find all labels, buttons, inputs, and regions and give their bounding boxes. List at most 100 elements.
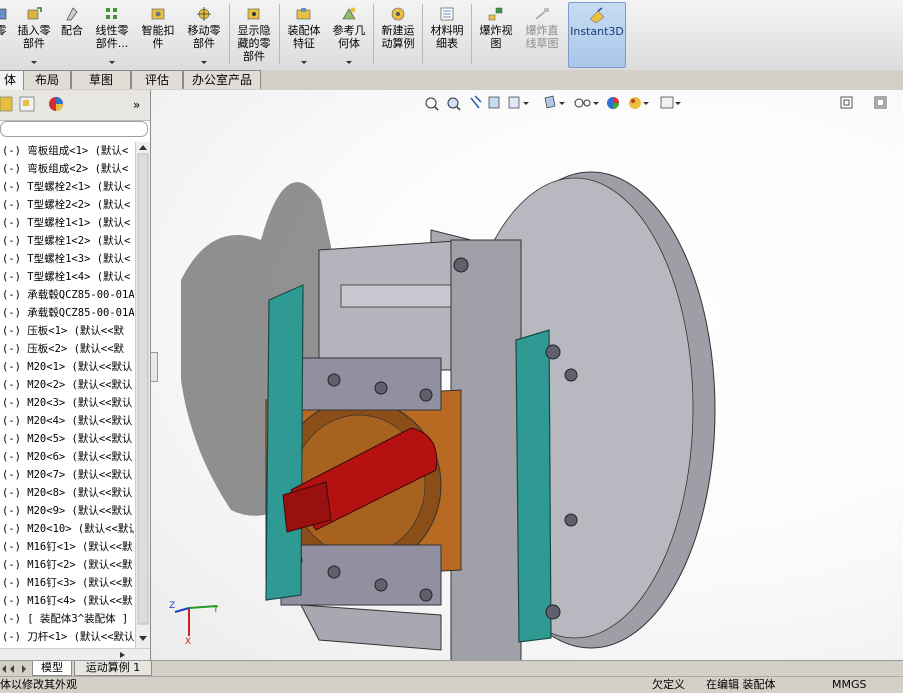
chevron-down-icon[interactable] xyxy=(301,61,307,64)
scrollbar-graphics xyxy=(137,145,149,641)
scroll-thumb[interactable] xyxy=(137,153,149,625)
tree-item[interactable]: (-) T型螺栓1<3> (默认< xyxy=(0,250,134,268)
status-editing: 在编辑 装配体 xyxy=(706,678,776,691)
new-motion-study-icon xyxy=(389,6,407,22)
new-motion-study-button[interactable]: 新建运 动算例 xyxy=(376,2,420,66)
tab-first-icon[interactable] xyxy=(2,665,6,673)
show-hidden-components-button[interactable]: 显示隐 藏的零 部件 xyxy=(232,2,276,66)
instant3d-button[interactable]: Instant3D xyxy=(568,2,626,68)
z-axis-icon xyxy=(174,607,190,613)
bolt xyxy=(327,373,341,387)
tree-item[interactable]: (-) M20<6> (默认<<默认 xyxy=(0,448,134,466)
bolt xyxy=(545,604,561,620)
tab-office-products[interactable]: 办公室产品 xyxy=(183,70,261,89)
status-units[interactable]: MMGS xyxy=(832,677,867,693)
tree-item[interactable]: (-) T型螺栓2<1> (默认< xyxy=(0,178,134,196)
insert-component-button[interactable]: 插入零 部件 xyxy=(12,2,56,66)
tree-filter-input[interactable] xyxy=(0,121,148,137)
move-component-button[interactable]: 移动零 部件 xyxy=(182,2,226,66)
exploded-view-icon xyxy=(487,6,505,22)
mate-icon xyxy=(63,6,81,22)
exploded-view-button[interactable]: 爆炸视 图 xyxy=(474,2,518,66)
graphics-area[interactable]: Y X Z xyxy=(151,90,903,660)
scroll-up-icon[interactable] xyxy=(139,145,147,150)
tab-model[interactable]: 模型 xyxy=(32,661,72,676)
tree-item[interactable]: (-) M16钉<2> (默认<<默 xyxy=(0,556,134,574)
linear-pattern-button[interactable]: 线性零 部件... xyxy=(90,2,134,66)
base-feet xyxy=(300,604,442,651)
tab-motion-study-1[interactable]: 运动算例 1 xyxy=(74,661,152,676)
chevron-down-icon[interactable] xyxy=(109,61,115,64)
tree-item[interactable]: (-) 刀杆<1> (默认<<默认 xyxy=(0,628,134,646)
tree-item[interactable]: (-) 弯板组成<1> (默认< xyxy=(0,142,134,160)
bolt xyxy=(374,381,388,395)
tab-layout[interactable]: 布局 xyxy=(23,70,71,89)
tab-evaluate[interactable]: 评估 xyxy=(131,70,183,89)
tab-nav-arrows xyxy=(2,665,26,673)
tree-item[interactable]: (-) T型螺栓1<2> (默认< xyxy=(0,232,134,250)
tree-item[interactable]: (-) 弯板组成<2> (默认< xyxy=(0,160,134,178)
tree-item[interactable]: (-) M20<1> (默认<<默认 xyxy=(0,358,134,376)
status-definition: 欠定义 xyxy=(652,678,685,691)
ribbon-separator xyxy=(279,4,280,64)
tree-item[interactable]: (-) M20<7> (默认<<默认 xyxy=(0,466,134,484)
assembly-model[interactable] xyxy=(151,90,903,660)
tree-item[interactable]: (-) 压板<2> (默认<<默 xyxy=(0,340,134,358)
insert-component-icon xyxy=(25,6,43,22)
teal-clamp-plate-left[interactable] xyxy=(265,284,304,601)
tab-prev-icon[interactable] xyxy=(10,665,14,673)
scroll-down-icon[interactable] xyxy=(139,636,147,641)
bill-of-materials-icon xyxy=(438,6,456,22)
chevron-down-icon[interactable] xyxy=(201,61,207,64)
tree-item[interactable]: (-) M20<10> (默认<<默认 xyxy=(0,520,134,538)
tree-item[interactable]: (-) 承载毂QCZ85-00-01A xyxy=(0,304,134,322)
smart-fastener-button[interactable]: 智能扣 件 xyxy=(138,2,178,66)
tree-item[interactable]: (-) 压板<1> (默认<<默 xyxy=(0,322,134,340)
bill-of-materials-button[interactable]: 材料明 细表 xyxy=(425,2,469,66)
linear-pattern-icon xyxy=(103,6,121,22)
tree-item[interactable]: (-) M20<8> (默认<<默认 xyxy=(0,484,134,502)
ribbon-separator xyxy=(373,4,374,64)
feature-tree: (-) 弯板组成<1> (默认< (-) 弯板组成<2> (默认< (-) T型螺栓… xyxy=(0,142,134,648)
tree-item[interactable]: (-) M20<9> (默认<<默认 xyxy=(0,502,134,520)
panel-tab-icons: » xyxy=(0,96,140,112)
panel-tabs: » xyxy=(0,90,150,121)
tab-sketch[interactable]: 草图 xyxy=(71,70,131,89)
component-icon xyxy=(0,6,10,22)
reference-geometry-button[interactable]: 参考几 何体 xyxy=(328,2,370,66)
tree-item[interactable]: (-) M16钉<3> (默认<<默 xyxy=(0,574,134,592)
tree-item[interactable]: (-) T型螺栓1<1> (默认< xyxy=(0,214,134,232)
explode-line-sketch-icon xyxy=(533,6,551,22)
assembly-feature-button[interactable]: 装配体 特征 xyxy=(282,2,326,66)
mate-button[interactable]: 配合 xyxy=(58,2,86,66)
component-button[interactable]: 零 xyxy=(0,2,10,66)
tab-assembly[interactable]: 体 xyxy=(0,70,24,90)
tree-item[interactable]: (-) M20<2> (默认<<默认 xyxy=(0,376,134,394)
bolt xyxy=(453,257,469,273)
tree-item[interactable]: (-) M16钉<1> (默认<<默 xyxy=(0,538,134,556)
bolt xyxy=(419,588,433,602)
reference-geometry-icon xyxy=(340,6,358,22)
tree-item[interactable]: (-) M20<5> (默认<<默认 xyxy=(0,430,134,448)
expand-panel-icon[interactable]: » xyxy=(133,98,140,112)
property-manager-icon-detail xyxy=(23,100,29,106)
explode-line-sketch-button[interactable]: 爆炸直 线草图 xyxy=(520,2,564,66)
chevron-down-icon[interactable] xyxy=(346,61,352,64)
scroll-right-icon[interactable] xyxy=(120,652,125,658)
chevron-down-icon[interactable] xyxy=(31,61,37,64)
teal-clamp-plate-right[interactable] xyxy=(515,329,552,643)
tree-item[interactable]: (-) M20<4> (默认<<默认 xyxy=(0,412,134,430)
tree-item[interactable]: (-) [ 装配体3^装配体 ] xyxy=(0,610,134,628)
tree-vertical-scrollbar[interactable] xyxy=(135,142,150,648)
tab-next-icon[interactable] xyxy=(22,665,26,673)
tree-item[interactable]: (-) T型螺栓1<4> (默认< xyxy=(0,268,134,286)
tree-item[interactable]: (-) T型螺栓2<2> (默认< xyxy=(0,196,134,214)
tree-item[interactable]: (-) M16钉<4> (默认<<默 xyxy=(0,592,134,610)
bolt xyxy=(327,565,341,579)
feature-tree-icon[interactable] xyxy=(0,96,13,112)
tree-item[interactable]: (-) 承载毂QCZ85-00-01A xyxy=(0,286,134,304)
tree-item[interactable]: (-) M20<3> (默认<<默认 xyxy=(0,394,134,412)
lower-clamp-block[interactable] xyxy=(280,544,442,606)
upper-clamp-block[interactable] xyxy=(280,357,442,411)
panel-collapse-handle[interactable] xyxy=(151,352,158,382)
